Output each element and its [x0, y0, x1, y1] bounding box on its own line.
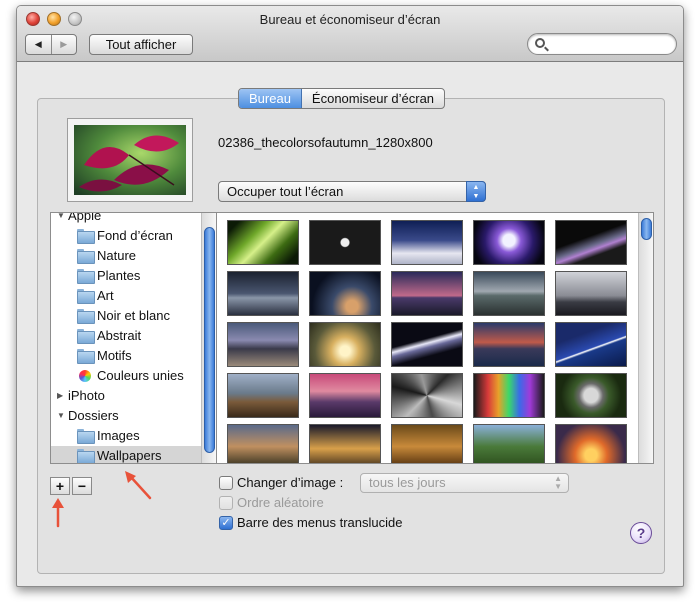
- sidebar-item-art[interactable]: Art: [51, 286, 201, 306]
- forward-button[interactable]: ▶: [50, 35, 77, 54]
- back-forward-control: ◀ ▶: [25, 34, 77, 55]
- back-button[interactable]: ◀: [26, 35, 51, 54]
- wallpaper-thumbnail[interactable]: [309, 322, 381, 367]
- wallpaper-thumbnail[interactable]: [473, 220, 545, 265]
- wallpaper-thumbnail[interactable]: [555, 322, 627, 367]
- folder-icon: [77, 309, 95, 324]
- wallpaper-thumbnail[interactable]: [391, 373, 463, 418]
- translucent-menu-label: Barre des menus translucide: [237, 515, 403, 530]
- wallpaper-thumbnail[interactable]: [227, 271, 299, 316]
- translucent-menu-checkbox[interactable]: ✓: [219, 516, 233, 530]
- interval-value: tous les jours: [369, 475, 446, 490]
- sidebar-item-fond-decran[interactable]: Fond d’écran: [51, 226, 201, 246]
- wallpaper-thumbnail[interactable]: [227, 220, 299, 265]
- wallpaper-thumbnail[interactable]: [555, 373, 627, 418]
- folder-icon: [77, 249, 95, 264]
- wallpaper-thumbnail[interactable]: [227, 424, 299, 463]
- folder-icon: [77, 229, 95, 244]
- wallpaper-thumbnail[interactable]: [391, 271, 463, 316]
- random-order-label: Ordre aléatoire: [237, 495, 324, 510]
- scrollbar-thumb[interactable]: [641, 218, 652, 240]
- wallpaper-thumbnail[interactable]: [391, 220, 463, 265]
- sidebar-item-apple[interactable]: ▼ Apple: [51, 213, 201, 226]
- sidebar-item-nature[interactable]: Nature: [51, 246, 201, 266]
- sidebar-item-motifs[interactable]: Motifs: [51, 346, 201, 366]
- wallpaper-thumbnail[interactable]: [473, 271, 545, 316]
- sidebar-item-images[interactable]: Images: [51, 426, 201, 446]
- source-list: ▼ Apple Fond d’écran Nature Plantes Art …: [50, 212, 217, 464]
- folder-icon: [77, 329, 95, 344]
- autumn-leaves-image: [74, 125, 186, 195]
- wallpaper-thumbnail[interactable]: [473, 424, 545, 463]
- folder-icon: [77, 349, 95, 364]
- sidebar-item-iphoto[interactable]: ▶ iPhoto: [51, 386, 201, 406]
- tab-bar: Bureau Économiseur d’écran: [238, 88, 446, 109]
- search-field[interactable]: [527, 33, 677, 55]
- add-folder-button[interactable]: +: [50, 477, 70, 495]
- folder-icon: [77, 269, 95, 284]
- fit-option-popup[interactable]: Occuper tout l’écran ▲ ▼: [218, 181, 486, 202]
- annotation-arrow-icon: [52, 498, 64, 528]
- wallpaper-thumbnail[interactable]: [391, 424, 463, 463]
- search-input[interactable]: [550, 36, 670, 52]
- random-order-checkbox[interactable]: [219, 496, 233, 510]
- wallpaper-thumbnail[interactable]: [555, 220, 627, 265]
- popup-arrows-icon: ▲ ▼: [466, 181, 486, 202]
- tab-screen-saver[interactable]: Économiseur d’écran: [302, 89, 444, 108]
- wallpaper-thumbnail[interactable]: [555, 271, 627, 316]
- sidebar-item-wallpapers[interactable]: Wallpapers: [51, 446, 201, 463]
- wallpaper-thumbnail[interactable]: [309, 424, 381, 463]
- wallpaper-grid-scrollbar[interactable]: [638, 213, 653, 463]
- wallpaper-thumbnail[interactable]: [309, 271, 381, 316]
- popup-arrows-icon: ▲ ▼: [554, 474, 562, 491]
- change-picture-label: Changer d’image :: [237, 475, 344, 490]
- interval-popup[interactable]: tous les jours ▲ ▼: [360, 473, 569, 493]
- search-icon: [535, 38, 545, 48]
- wallpaper-thumbnail[interactable]: [227, 322, 299, 367]
- remove-folder-button[interactable]: −: [72, 477, 92, 495]
- disclosure-closed-icon[interactable]: ▶: [57, 386, 66, 400]
- folder-icon: [77, 289, 95, 304]
- source-list-scrollbar[interactable]: [201, 213, 216, 463]
- sidebar-item-dossiers[interactable]: ▼ Dossiers: [51, 406, 201, 426]
- current-wallpaper-preview[interactable]: [67, 118, 193, 202]
- wallpaper-thumbnail[interactable]: [473, 373, 545, 418]
- sidebar-item-plantes[interactable]: Plantes: [51, 266, 201, 286]
- wallpaper-grid: [217, 212, 654, 464]
- annotation-arrow-icon: [125, 471, 152, 500]
- disclosure-open-icon[interactable]: ▼: [57, 213, 66, 220]
- disclosure-open-icon[interactable]: ▼: [57, 406, 66, 420]
- folder-icon: [77, 449, 95, 463]
- wallpaper-filename: 02386_thecolorsofautumn_1280x800: [218, 135, 433, 150]
- fit-option-value: Occuper tout l’écran: [227, 184, 344, 199]
- pictures-folder-icon: [77, 429, 95, 444]
- help-button[interactable]: ?: [630, 522, 652, 544]
- change-picture-checkbox[interactable]: [219, 476, 233, 490]
- scrollbar-thumb[interactable]: [204, 227, 215, 453]
- wallpaper-thumbnail[interactable]: [227, 373, 299, 418]
- sidebar-item-noir-et-blanc[interactable]: Noir et blanc: [51, 306, 201, 326]
- wallpaper-thumbnail[interactable]: [391, 322, 463, 367]
- color-wheel-icon: [79, 370, 91, 382]
- sidebar-item-couleurs-unies[interactable]: Couleurs unies: [51, 366, 201, 386]
- toolbar: Bureau et économiseur d’écran ◀ ▶ Tout a…: [17, 6, 683, 62]
- show-all-button[interactable]: Tout afficher: [89, 34, 193, 55]
- tab-desktop[interactable]: Bureau: [239, 89, 302, 108]
- wallpaper-thumbnail[interactable]: [473, 322, 545, 367]
- wallpaper-thumbnail[interactable]: [309, 220, 381, 265]
- wallpaper-thumbnail[interactable]: [555, 424, 627, 463]
- sidebar-item-abstrait[interactable]: Abstrait: [51, 326, 201, 346]
- wallpaper-thumbnail[interactable]: [309, 373, 381, 418]
- window-title: Bureau et économiseur d’écran: [259, 12, 441, 27]
